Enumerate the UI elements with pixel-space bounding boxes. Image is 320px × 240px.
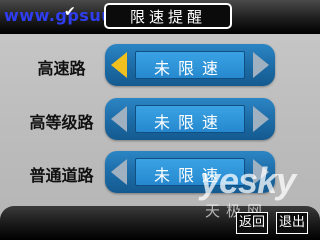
high-grade-road-speed-selector: 未限速 xyxy=(105,98,275,140)
highway-speed-selector: 未限速 xyxy=(105,44,275,86)
speed-limit-reminder-screen: www.gpsuu.com ✔ 限速提醒 高速路 未限速 高等级路 未限速 普通… xyxy=(0,0,320,240)
ordinary-road-prev-arrow-icon[interactable] xyxy=(111,159,127,185)
highway-value-box: 未限速 xyxy=(135,51,245,79)
high-grade-road-value-box: 未限速 xyxy=(135,105,245,133)
yesky-watermark-logo: yesky xyxy=(200,160,296,201)
high-grade-road-prev-arrow-icon[interactable] xyxy=(111,106,127,132)
bottom-bar xyxy=(0,206,320,240)
highway-prev-arrow-icon[interactable] xyxy=(111,52,127,78)
row-label-ordinary-road: 普通道路 xyxy=(29,166,94,185)
highway-value: 未限速 xyxy=(153,59,226,78)
check-icon: ✔ xyxy=(64,4,76,20)
back-button[interactable]: 返回 xyxy=(236,212,268,234)
row-label-highway: 高速路 xyxy=(37,59,86,78)
title-tab: 限速提醒 xyxy=(104,3,232,29)
high-grade-road-next-arrow-icon[interactable] xyxy=(253,106,269,132)
exit-button[interactable]: 退出 xyxy=(276,212,308,234)
title-bar: www.gpsuu.com ✔ 限速提醒 xyxy=(0,0,320,34)
high-grade-road-value: 未限速 xyxy=(153,113,226,132)
page-title: 限速提醒 xyxy=(129,8,206,26)
row-label-high-grade-road: 高等级路 xyxy=(29,113,94,132)
highway-next-arrow-icon[interactable] xyxy=(253,52,269,78)
